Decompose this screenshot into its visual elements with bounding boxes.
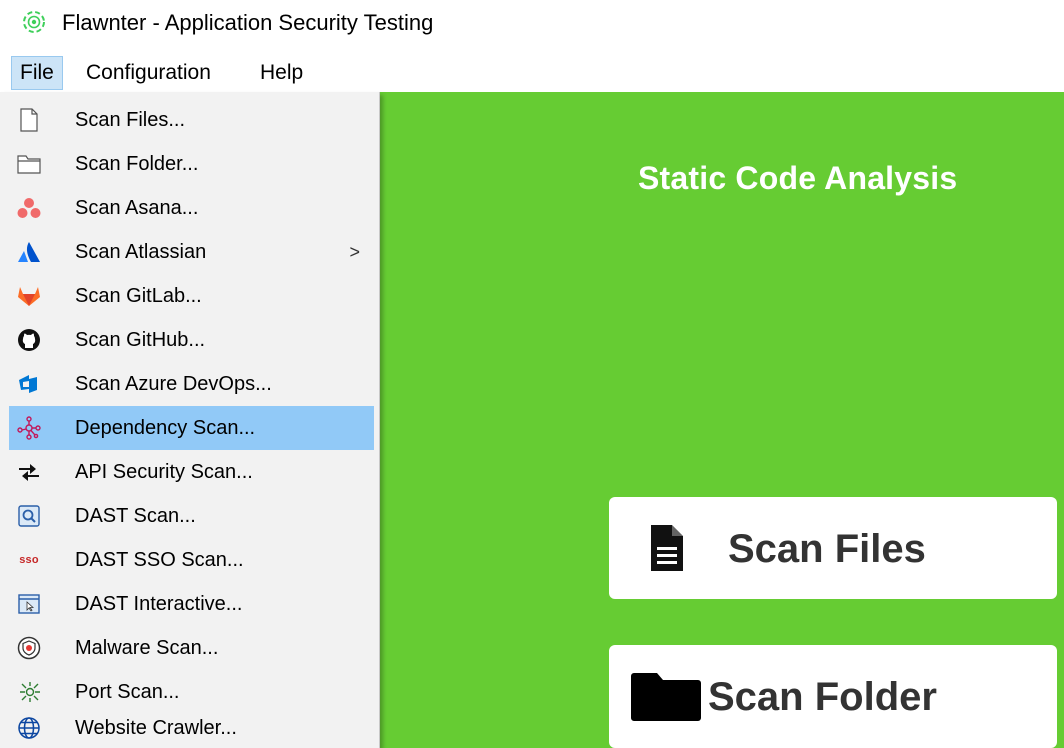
submenu-arrow-icon: > [349,242,360,262]
menu-item-api-security-scan[interactable]: API Security Scan... [9,450,374,494]
menu-item-scan-asana[interactable]: Scan Asana... [9,186,374,230]
menu-item-label: Scan Asana... [75,197,199,219]
menu-item-label: API Security Scan... [75,461,253,483]
menu-item-website-crawler[interactable]: Website Crawler... [9,706,374,748]
menu-help[interactable]: Help [252,56,311,90]
azure-devops-icon [17,372,41,396]
title-bar: Flawnter - Application Security Testing [0,0,1064,48]
scan-folder-button[interactable]: Scan Folder [609,645,1057,748]
menu-item-dast-sso-scan[interactable]: sso DAST SSO Scan... [9,538,374,582]
api-arrows-icon [17,460,41,484]
menu-item-scan-gitlab[interactable]: Scan GitLab... [9,274,374,318]
menu-item-scan-github[interactable]: Scan GitHub... [9,318,374,362]
menu-item-label: DAST SSO Scan... [75,549,244,571]
sso-icon-text: sso [19,554,39,566]
menu-item-label: Scan GitHub... [75,329,206,351]
menu-item-label: DAST Scan... [75,505,196,527]
menu-bar: File Configuration Help [0,54,1064,92]
menu-item-label: DAST Interactive... [75,593,243,615]
menu-item-label: Scan GitLab... [75,285,202,307]
menu-item-dast-interactive[interactable]: DAST Interactive... [9,582,374,626]
github-icon [17,328,41,352]
menu-item-scan-files[interactable]: Scan Files... [9,98,374,142]
gitlab-icon [17,284,41,308]
interactive-browser-icon [17,592,41,616]
dependency-graph-icon [17,416,41,440]
scan-files-button[interactable]: Scan Files [609,497,1057,599]
menu-item-label: Scan Folder... [75,153,199,175]
menu-file[interactable]: File [11,56,63,90]
menu-item-dast-scan[interactable]: DAST Scan... [9,494,374,538]
atlassian-icon [17,240,41,264]
radar-target-icon [23,11,45,33]
section-title: Static Code Analysis [638,160,958,196]
menu-configuration[interactable]: Configuration [78,56,219,90]
asana-icon [17,196,41,220]
sso-icon: sso [17,548,41,572]
menu-item-label: Scan Atlassian [75,241,207,263]
file-menu-dropdown: Scan Files... Scan Folder... Scan Asana.… [0,92,380,748]
scan-files-label: Scan Files [728,527,926,571]
window-title: Flawnter - Application Security Testing [62,10,434,35]
folder-icon [17,152,41,176]
menu-item-scan-atlassian[interactable]: Scan Atlassian > [9,230,374,274]
file-icon [17,108,41,132]
menu-item-scan-azure-devops[interactable]: Scan Azure DevOps... [9,362,374,406]
malware-shield-icon [17,636,41,660]
menu-item-malware-scan[interactable]: Malware Scan... [9,626,374,670]
menu-item-label: Scan Files... [75,109,186,131]
menu-item-scan-folder[interactable]: Scan Folder... [9,142,374,186]
port-scan-icon [17,680,41,704]
menu-item-label: Website Crawler... [75,717,237,739]
folder-icon [631,673,701,721]
scan-folder-label: Scan Folder [708,675,937,719]
menu-item-label: Malware Scan... [75,637,219,659]
menu-item-label: Dependency Scan... [75,417,256,439]
dast-scan-icon [17,504,41,528]
globe-icon [17,716,41,740]
file-icon [651,525,683,571]
menu-item-label: Scan Azure DevOps... [75,373,272,395]
menu-item-dependency-scan[interactable]: Dependency Scan... [9,406,374,450]
